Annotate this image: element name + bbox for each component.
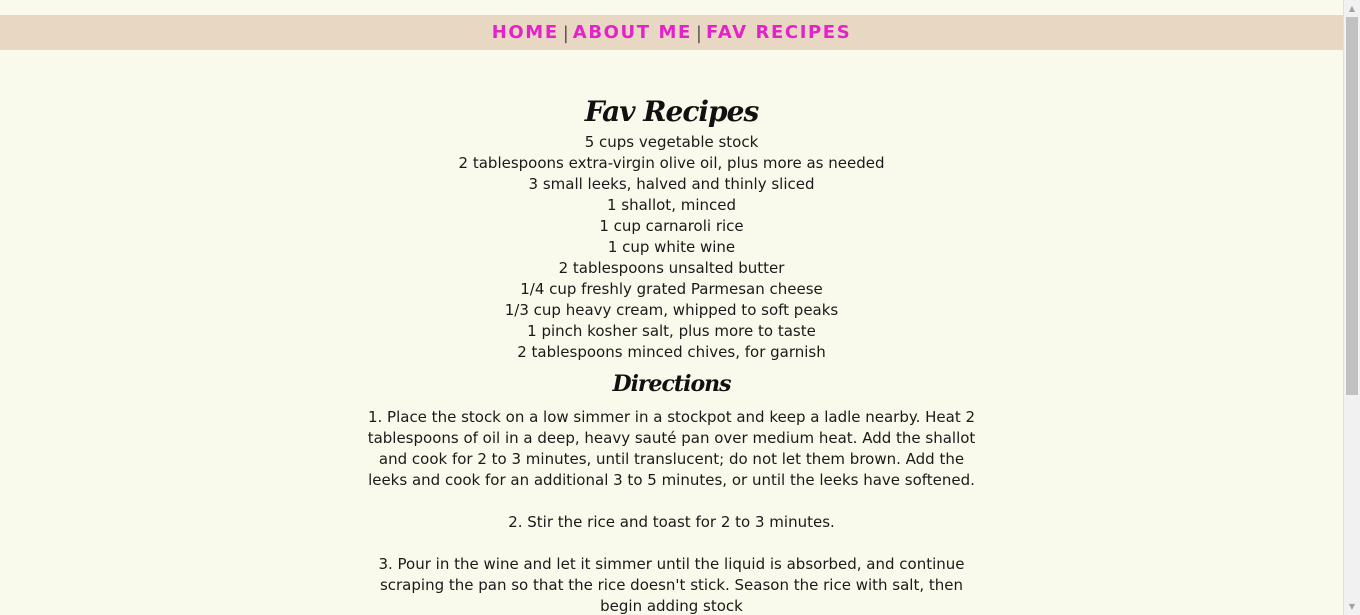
nav-separator: | <box>695 23 702 44</box>
page: HOME | ABOUT ME | FAV RECIPES Fav Recipe… <box>0 0 1343 615</box>
scroll-down-arrow-icon[interactable]: ▼ <box>1344 598 1360 615</box>
ingredient-item: 2 tablespoons unsalted butter <box>558 259 785 277</box>
nav-link-fav-recipes[interactable]: FAV RECIPES <box>706 22 851 43</box>
ingredient-item: 1/4 cup freshly grated Parmesan cheese <box>520 280 823 298</box>
ingredient-item: 1/3 cup heavy cream, whipped to soft pea… <box>504 301 839 319</box>
direction-step: 3. Pour in the wine and let it simmer un… <box>378 555 965 615</box>
vertical-scrollbar[interactable]: ▲ ▼ <box>1343 0 1360 615</box>
ingredient-item: 1 pinch kosher salt, plus more to taste <box>527 322 816 340</box>
nav-bar: HOME | ABOUT ME | FAV RECIPES <box>0 15 1343 50</box>
ingredients-list: 5 cups vegetable stock 2 tablespoons ext… <box>0 132 1343 363</box>
ingredient-item: 1 shallot, minced <box>606 196 737 214</box>
nav-separator: | <box>562 23 569 44</box>
scrollbar-thumb[interactable] <box>1346 17 1358 395</box>
ingredient-item: 5 cups vegetable stock <box>584 133 759 151</box>
ingredient-item: 3 small leeks, halved and thinly sliced <box>528 175 815 193</box>
directions-list: 1. Place the stock on a low simmer in a … <box>362 407 982 615</box>
nav-link-about-me[interactable]: ABOUT ME <box>573 22 692 43</box>
ingredient-item: 2 tablespoons minced chives, for garnish <box>517 343 826 361</box>
ingredient-item: 1 cup white wine <box>607 238 736 256</box>
ingredient-item: 2 tablespoons extra-virgin olive oil, pl… <box>458 154 885 172</box>
direction-step: 2. Stir the rice and toast for 2 to 3 mi… <box>508 513 835 531</box>
direction-step: 1. Place the stock on a low simmer in a … <box>367 408 976 489</box>
directions-heading: Directions <box>612 371 732 397</box>
ingredient-item: 1 cup carnaroli rice <box>599 217 744 235</box>
scroll-up-arrow-icon[interactable]: ▲ <box>1344 0 1360 17</box>
main-content: Fav Recipes 5 cups vegetable stock 2 tab… <box>0 92 1343 615</box>
page-title: Fav Recipes <box>584 95 759 128</box>
nav-link-home[interactable]: HOME <box>492 22 559 43</box>
